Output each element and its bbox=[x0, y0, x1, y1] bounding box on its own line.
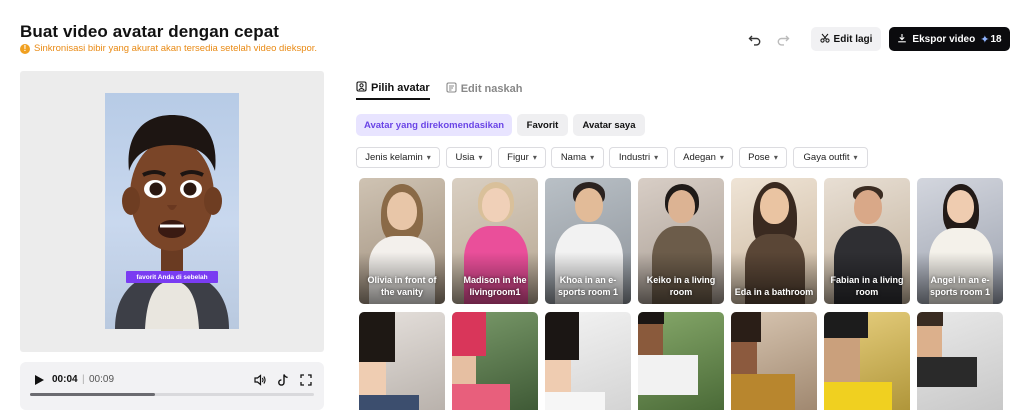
avatar-name: Olivia in front of the vanity bbox=[367, 275, 437, 297]
avatar-preview-image: favorit Anda di sebelah bbox=[105, 93, 239, 329]
avatar-name: Fabian in a living room bbox=[830, 275, 904, 297]
page-title: Buat video avatar dengan cepat bbox=[20, 22, 280, 41]
filter-scene-label: Adegan bbox=[683, 152, 716, 163]
avatar-card[interactable] bbox=[452, 312, 538, 410]
video-preview: favorit Anda di sebelah bbox=[20, 71, 324, 352]
script-icon bbox=[446, 82, 457, 96]
spark-icon: ✦ bbox=[980, 33, 990, 46]
download-icon bbox=[897, 33, 907, 46]
category-favorites[interactable]: Favorit bbox=[517, 114, 568, 136]
chevron-down-icon: ▾ bbox=[773, 153, 778, 162]
tab-choose-avatar-label: Pilih avatar bbox=[371, 82, 430, 94]
filter-industry[interactable]: Industri ▾ bbox=[609, 147, 668, 168]
avatar-name: Keiko in a living room bbox=[646, 275, 716, 297]
avatar-icon bbox=[356, 81, 367, 95]
avatar-card[interactable]: Fabian in a living room bbox=[824, 178, 910, 304]
play-icon[interactable] bbox=[32, 373, 46, 387]
filter-scene[interactable]: Adegan ▾ bbox=[674, 147, 733, 168]
tab-edit-script[interactable]: Edit naskah bbox=[446, 78, 523, 100]
avatar-card[interactable] bbox=[731, 312, 817, 410]
avatar-card[interactable] bbox=[917, 312, 1003, 410]
panel-tabs: Pilih avatar Edit naskah bbox=[356, 78, 522, 102]
subtitle-caption: favorit Anda di sebelah bbox=[126, 271, 218, 283]
tab-edit-script-label: Edit naskah bbox=[460, 83, 523, 95]
chevron-down-icon: ▾ bbox=[853, 153, 858, 162]
redo-icon[interactable] bbox=[774, 30, 792, 48]
filter-outfit-style-label: Gaya outfit bbox=[803, 152, 850, 163]
avatar-card[interactable] bbox=[359, 312, 445, 410]
chevron-down-icon: ▾ bbox=[532, 153, 537, 162]
filter-gender[interactable]: Jenis kelamin ▾ bbox=[356, 147, 440, 168]
filter-age-label: Usia bbox=[455, 152, 475, 163]
avatar-card[interactable]: Angel in an e-sports room 1 bbox=[917, 178, 1003, 304]
credit-badge: ✦ 18 bbox=[980, 33, 1001, 46]
filter-outfit-style[interactable]: Gaya outfit ▾ bbox=[793, 147, 868, 168]
sync-notice-text: Sinkronisasi bibir yang akurat akan ters… bbox=[34, 43, 318, 54]
avatar-card[interactable]: Olivia in front of the vanity bbox=[359, 178, 445, 304]
chevron-down-icon: ▾ bbox=[426, 153, 431, 162]
filter-figure[interactable]: Figur ▾ bbox=[498, 147, 546, 168]
total-time: 00:09 bbox=[89, 374, 115, 385]
filter-name-label: Nama bbox=[560, 152, 587, 163]
fullscreen-icon[interactable] bbox=[298, 372, 314, 388]
avatar-card[interactable]: Madison in the livingroom1 bbox=[452, 178, 538, 304]
avatar-card[interactable]: Eda in a bathroom bbox=[731, 178, 817, 304]
avatar-card[interactable] bbox=[824, 312, 910, 410]
filter-figure-label: Figur bbox=[507, 152, 529, 163]
edit-again-button[interactable]: Edit lagi bbox=[811, 27, 881, 51]
avatar-name: Madison in the livingroom1 bbox=[463, 275, 527, 297]
chevron-down-icon: ▾ bbox=[478, 153, 483, 162]
chevron-down-icon: ▾ bbox=[719, 153, 724, 162]
avatar-name: Angel in an e-sports room 1 bbox=[929, 275, 990, 297]
avatar-card[interactable]: Khoa in an e-sports room 1 bbox=[545, 178, 631, 304]
undo-icon[interactable] bbox=[746, 30, 764, 48]
category-my-avatars[interactable]: Avatar saya bbox=[573, 114, 645, 136]
filter-industry-label: Industri bbox=[618, 152, 651, 163]
video-player-controls: 00:04 | 00:09 bbox=[20, 362, 324, 410]
avatar-card[interactable] bbox=[638, 312, 724, 410]
filter-pose-label: Pose bbox=[748, 152, 770, 163]
playback-progress-fill bbox=[30, 393, 155, 396]
filter-gender-label: Jenis kelamin bbox=[365, 152, 423, 163]
filter-name[interactable]: Nama ▾ bbox=[551, 147, 604, 168]
edit-again-label: Edit lagi bbox=[833, 33, 873, 45]
avatar-card[interactable]: Keiko in a living room bbox=[638, 178, 724, 304]
avatar-name: Khoa in an e-sports room 1 bbox=[557, 275, 618, 297]
credit-count: 18 bbox=[990, 33, 1002, 45]
chevron-down-icon: ▾ bbox=[654, 153, 659, 162]
playback-progress-bar[interactable] bbox=[30, 393, 314, 396]
category-recommended[interactable]: Avatar yang direkomendasikan bbox=[356, 114, 512, 136]
filter-pose[interactable]: Pose ▾ bbox=[739, 147, 787, 168]
tab-choose-avatar[interactable]: Pilih avatar bbox=[356, 78, 430, 100]
time-separator: | bbox=[82, 374, 85, 385]
volume-icon[interactable] bbox=[252, 372, 268, 388]
current-time: 00:04 bbox=[52, 374, 78, 385]
tiktok-icon[interactable] bbox=[275, 372, 291, 388]
export-video-button[interactable]: Ekspor video ✦ 18 bbox=[889, 27, 1010, 51]
chevron-down-icon: ▾ bbox=[590, 153, 595, 162]
scissors-icon bbox=[819, 33, 830, 46]
info-icon: ! bbox=[20, 43, 30, 54]
sync-notice: ! Sinkronisasi bibir yang akurat akan te… bbox=[20, 43, 317, 54]
avatar-card[interactable] bbox=[545, 312, 631, 410]
export-video-label: Ekspor video bbox=[912, 33, 976, 45]
avatar-name: Eda in a bathroom bbox=[734, 287, 814, 297]
filter-age[interactable]: Usia ▾ bbox=[446, 147, 492, 168]
